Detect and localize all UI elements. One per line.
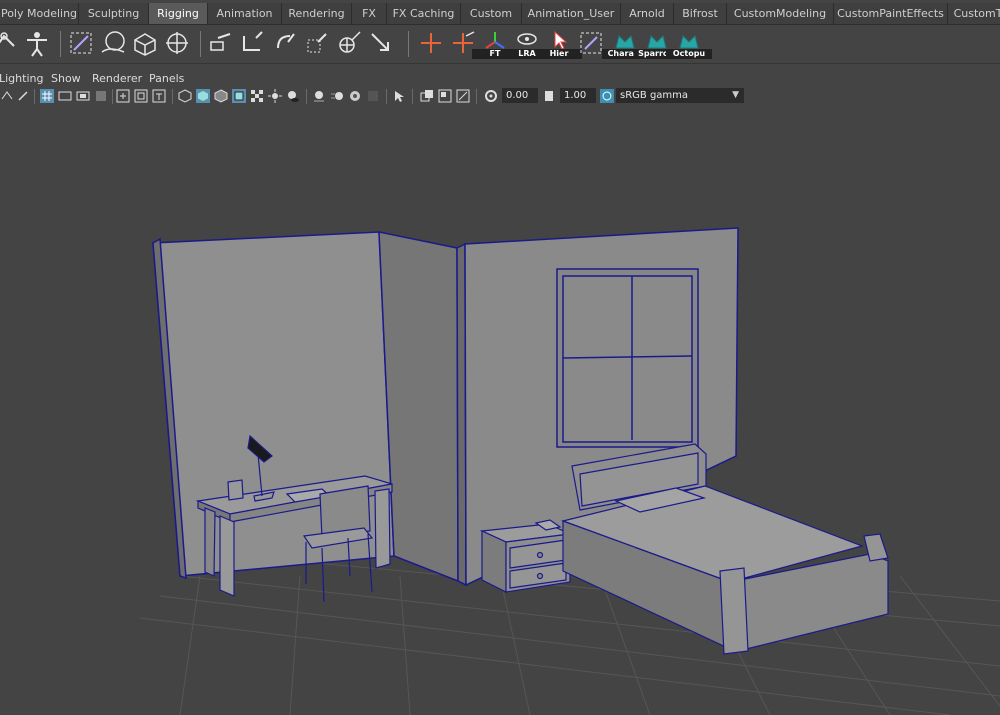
aim-constraint-icon[interactable]: [334, 28, 364, 58]
resolution-gate-icon[interactable]: [76, 89, 90, 103]
octopus-label: Octopu: [666, 49, 712, 59]
view-transform-dropdown[interactable]: sRGB gamma ▼: [616, 88, 744, 103]
menu-show[interactable]: Show: [51, 72, 81, 85]
camera-attributes-icon[interactable]: [0, 89, 14, 103]
nightstand: [479, 519, 573, 593]
motion-blur-icon[interactable]: [330, 89, 344, 103]
select-hierarchy-icon[interactable]: Hier: [536, 28, 582, 59]
cluster-deformer-icon[interactable]: [98, 28, 128, 58]
tab-bifrost[interactable]: Bifrost: [674, 3, 727, 24]
wireframe-icon[interactable]: [178, 89, 192, 103]
safe-action-icon[interactable]: [134, 89, 148, 103]
parent-constraint-icon[interactable]: [206, 28, 236, 58]
screen-space-ao-icon[interactable]: [312, 89, 326, 103]
tab-custom[interactable]: Custom: [461, 3, 522, 24]
menu-panels[interactable]: Panels: [149, 72, 184, 85]
tab-fx[interactable]: FX: [352, 3, 387, 24]
menu-renderer[interactable]: Renderer: [92, 72, 142, 85]
tab-sculpting[interactable]: Sculpting: [79, 3, 149, 24]
wireframe-on-shaded-icon[interactable]: [232, 89, 246, 103]
point-constraint-icon[interactable]: [238, 28, 268, 58]
gamma-icon[interactable]: [542, 89, 556, 103]
default-material-icon[interactable]: [214, 89, 228, 103]
viewport-scene: [139, 227, 1000, 715]
xray-joints-icon[interactable]: [456, 89, 470, 103]
tab-rendering[interactable]: Rendering: [282, 3, 352, 24]
exposure-icon[interactable]: [484, 89, 498, 103]
3d-viewport[interactable]: [0, 106, 1000, 715]
tab-animation-user[interactable]: Animation_User: [522, 3, 621, 24]
chevron-down-icon: ▼: [732, 90, 739, 100]
menu-lighting[interactable]: Lighting: [0, 72, 43, 85]
shadows-icon[interactable]: [286, 89, 300, 103]
isolate-select-icon[interactable]: [392, 89, 406, 103]
safe-title-icon[interactable]: [152, 89, 166, 103]
tab-fx-caching[interactable]: FX Caching: [387, 3, 461, 24]
xray-icon[interactable]: [420, 89, 434, 103]
gate-mask-icon[interactable]: [94, 89, 108, 103]
exposure-field[interactable]: 0.00: [502, 88, 538, 103]
anti-aliasing-icon[interactable]: [348, 89, 362, 103]
bed: [560, 443, 889, 655]
tab-rigging[interactable]: Rigging: [149, 3, 208, 24]
scale-constraint-icon[interactable]: [302, 28, 332, 58]
film-gate-icon[interactable]: [58, 89, 72, 103]
ik-handle-icon[interactable]: [0, 28, 20, 58]
wrap-deformer-icon[interactable]: [162, 28, 192, 58]
tab-arnold[interactable]: Arnold: [621, 3, 674, 24]
panel-toolbar: 0.00 1.00 sRGB gamma ▼: [0, 86, 1000, 106]
octopus-rig-icon[interactable]: Octopu: [666, 28, 712, 59]
use-all-lights-icon[interactable]: [268, 89, 282, 103]
tab-custom-t[interactable]: CustomT: [948, 3, 1000, 24]
create-locator-icon[interactable]: [416, 28, 446, 58]
pole-vector-constraint-icon[interactable]: [366, 28, 396, 58]
orient-constraint-icon[interactable]: [270, 28, 300, 58]
grid-toggle-icon[interactable]: [40, 89, 54, 103]
window: [556, 268, 699, 448]
lattice-deformer-icon[interactable]: [130, 28, 160, 58]
depth-of-field-icon[interactable]: [366, 89, 380, 103]
select-camera-icon[interactable]: [16, 89, 30, 103]
humanik-figure-icon[interactable]: [22, 28, 52, 58]
tab-poly-modeling[interactable]: Poly Modeling: [0, 3, 79, 24]
rigging-shelf: FT LRA Hier Charact Sparrow Octopu: [0, 25, 1000, 64]
xray-active-components-icon[interactable]: [438, 89, 452, 103]
shelf-tabs: Poly Modeling Sculpting Rigging Animatio…: [0, 0, 1000, 25]
skin-bind-icon[interactable]: [66, 28, 96, 58]
tab-custom-paint-effects[interactable]: CustomPaintEffects: [834, 3, 948, 24]
panel-menu-bar: Lighting Show Renderer Panels: [0, 70, 1000, 86]
field-chart-icon[interactable]: [116, 89, 130, 103]
tab-animation[interactable]: Animation: [208, 3, 282, 24]
tab-custom-modeling[interactable]: CustomModeling: [727, 3, 834, 24]
view-transform-value: sRGB gamma: [620, 90, 689, 101]
smooth-shade-icon[interactable]: [196, 89, 210, 103]
textured-icon[interactable]: [250, 89, 264, 103]
color-management-icon[interactable]: [600, 89, 614, 103]
gamma-field[interactable]: 1.00: [560, 88, 596, 103]
